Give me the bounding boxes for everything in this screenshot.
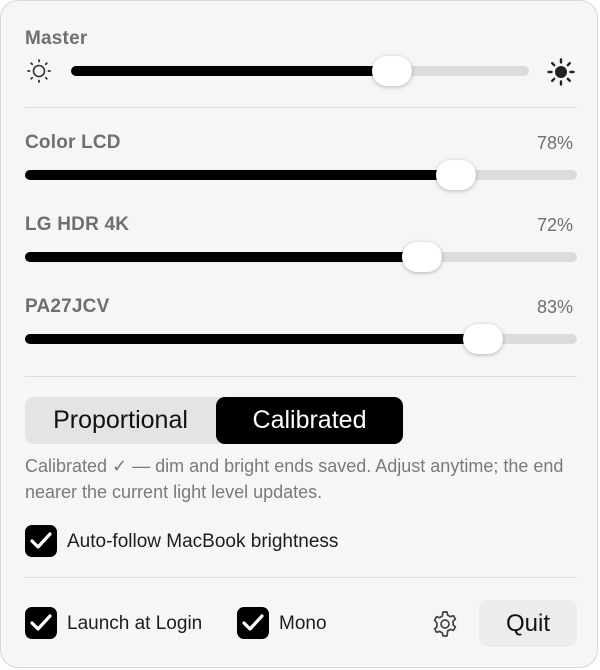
master-label: Master xyxy=(25,28,88,49)
display-slider-fill xyxy=(25,334,483,344)
display-percent: 72% xyxy=(536,215,573,235)
mode-option-proportional[interactable]: Proportional xyxy=(25,397,216,444)
sun-bright-icon xyxy=(546,57,576,87)
display-slider-thumb[interactable] xyxy=(463,324,503,354)
display-slider-color-lcd[interactable] xyxy=(25,160,577,190)
display-slider-pa27jcv[interactable] xyxy=(25,324,577,354)
display-slider-thumb[interactable] xyxy=(402,242,442,272)
display-slider-fill xyxy=(25,252,422,262)
checkmark-icon xyxy=(242,614,264,631)
mode-segmented-control: Proportional Calibrated xyxy=(25,397,403,444)
divider xyxy=(25,107,577,108)
display-name: LG HDR 4K xyxy=(25,214,130,235)
launch-at-login-label[interactable]: Launch at Login xyxy=(67,613,202,635)
display-slider-lg-hdr-4k[interactable] xyxy=(25,242,577,272)
mode-description: Calibrated ✓ — dim and bright ends saved… xyxy=(25,456,564,502)
display-name: PA27JCV xyxy=(25,296,110,317)
gear-icon[interactable] xyxy=(430,609,460,639)
mode-option-calibrated[interactable]: Calibrated xyxy=(216,397,403,444)
mono-checkbox[interactable] xyxy=(237,607,269,639)
checkmark-icon xyxy=(30,532,52,549)
divider xyxy=(25,577,577,578)
mono-label[interactable]: Mono xyxy=(279,613,327,635)
divider xyxy=(25,376,577,377)
auto-follow-checkbox[interactable] xyxy=(25,525,57,557)
display-slider-thumb[interactable] xyxy=(436,160,476,190)
brightness-panel: Master Color LCD 78% LG HDR 4K 72% PA27J… xyxy=(0,0,598,668)
display-slider-fill xyxy=(25,170,456,180)
display-percent: 83% xyxy=(536,297,573,317)
display-percent: 78% xyxy=(536,133,573,153)
master-slider-thumb[interactable] xyxy=(372,56,412,86)
master-slider-fill xyxy=(71,66,392,76)
sun-dim-icon xyxy=(25,57,53,85)
launch-at-login-checkbox[interactable] xyxy=(25,607,57,639)
display-name: Color LCD xyxy=(25,132,121,153)
auto-follow-label[interactable]: Auto-follow MacBook brightness xyxy=(67,531,338,553)
master-slider[interactable] xyxy=(71,56,529,86)
quit-button[interactable]: Quit xyxy=(479,600,577,647)
checkmark-icon xyxy=(30,614,52,631)
